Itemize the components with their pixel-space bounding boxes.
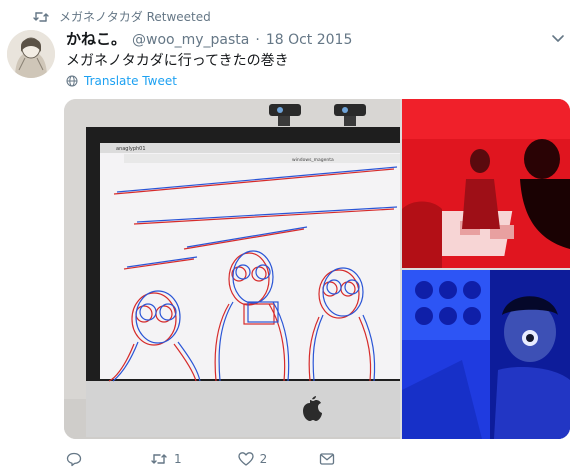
like-button[interactable]: 2 xyxy=(237,451,268,467)
photo-imac-anaglyph: anaglyph01 windows_magenta xyxy=(64,99,400,439)
avatar-image xyxy=(7,30,55,78)
direct-message-button[interactable] xyxy=(319,452,335,466)
separator-dot: · xyxy=(255,32,260,48)
translate-tweet-link[interactable]: Translate Tweet xyxy=(66,74,177,88)
photo-blue-room xyxy=(402,270,570,439)
photo-red-room xyxy=(402,99,570,268)
media-photo-main[interactable]: anaglyph01 windows_magenta xyxy=(64,99,400,439)
media-grid: anaglyph01 windows_magenta xyxy=(64,99,570,439)
tweet-date[interactable]: 18 Oct 2015 xyxy=(266,32,353,48)
media-photo-top-right[interactable] xyxy=(402,99,570,268)
retweet-banner: メガネノタカダ Retweeted xyxy=(33,8,211,25)
globe-icon xyxy=(66,75,78,87)
tweet-text: メガネノタカダに行ってきたの巻き xyxy=(66,53,289,69)
window-title-text: anaglyph01 xyxy=(116,146,146,152)
retweet-icon xyxy=(151,454,167,464)
user-handle[interactable]: @woo_my_pasta xyxy=(132,32,249,48)
display-name[interactable]: かねこ。 xyxy=(66,28,126,49)
translate-tweet-label[interactable]: Translate Tweet xyxy=(84,74,177,88)
tweet-actions: 1 2 xyxy=(66,451,335,467)
retweet-icon xyxy=(33,11,49,22)
tweet-header: かねこ。 @woo_my_pasta · 18 Oct 2015 xyxy=(66,28,538,49)
window-subtitle-text: windows_magenta xyxy=(292,157,334,163)
reply-button[interactable] xyxy=(66,451,88,467)
avatar[interactable] xyxy=(7,30,55,78)
retweet-button[interactable]: 1 xyxy=(150,452,182,466)
envelope-icon xyxy=(320,453,335,465)
media-photo-bottom-right[interactable] xyxy=(402,270,570,439)
like-count: 2 xyxy=(259,452,268,466)
retweet-banner-text[interactable]: メガネノタカダ Retweeted xyxy=(59,8,211,25)
chevron-down-icon[interactable] xyxy=(550,30,566,46)
heart-icon xyxy=(237,452,254,466)
retweet-count: 1 xyxy=(174,452,182,466)
reply-icon xyxy=(66,452,82,467)
